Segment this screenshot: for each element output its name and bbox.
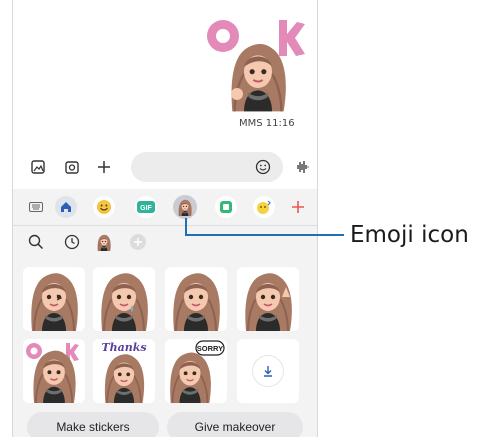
plus-icon[interactable]	[95, 158, 113, 176]
keyboard-icon[interactable]	[25, 196, 47, 218]
sticker-icon[interactable]	[215, 196, 237, 218]
make-stickers-button[interactable]: Make stickers	[27, 412, 159, 437]
sticker-tile[interactable]	[93, 267, 155, 331]
message-input[interactable]	[131, 152, 283, 182]
sticker-tile[interactable]	[165, 267, 227, 331]
emoji-smiley-icon[interactable]	[93, 196, 115, 218]
add-icon[interactable]	[287, 196, 309, 218]
sorry-caption: SORRY	[197, 344, 223, 353]
messages-screen: MMS 11:16 GIF Thanks SORRY Make stickers…	[12, 0, 318, 437]
download-icon[interactable]	[253, 356, 283, 386]
gif-tab[interactable]: GIF	[135, 196, 157, 218]
sticker-tile[interactable]	[23, 267, 85, 331]
emoji-icon-callout: Emoji icon	[350, 222, 469, 248]
emoji-tray: GIF Thanks SORRY Make stickers Give make…	[13, 189, 317, 437]
sticker-tile[interactable]	[237, 267, 299, 331]
gallery-icon[interactable]	[29, 158, 47, 176]
camera-icon[interactable]	[63, 158, 81, 176]
sticker-tile[interactable]: SORRY	[165, 339, 227, 403]
avatar-icon[interactable]	[95, 233, 113, 251]
message-timestamp: MMS 11:16	[239, 118, 295, 129]
tray-tabs: GIF	[13, 189, 317, 225]
home-icon[interactable]	[55, 196, 77, 218]
ar-emoji-icon[interactable]	[173, 195, 197, 219]
download-more-tile[interactable]	[237, 339, 299, 403]
tabs-divider	[13, 225, 317, 226]
recent-icon[interactable]	[63, 233, 81, 251]
sticker-tile[interactable]: Thanks	[93, 339, 155, 403]
sticker-tile[interactable]	[23, 339, 85, 403]
search-icon[interactable]	[27, 233, 45, 251]
gif-label: GIF	[140, 205, 152, 212]
sub-tabs	[13, 227, 317, 257]
animated-emoji-icon[interactable]	[253, 196, 275, 218]
sent-sticker[interactable]	[199, 10, 311, 118]
give-makeover-button[interactable]: Give makeover	[167, 412, 303, 437]
add-circle-icon[interactable]	[129, 233, 147, 251]
smiley-icon[interactable]	[255, 159, 271, 175]
voice-waveform-icon[interactable]	[293, 158, 311, 176]
thanks-caption: Thanks	[101, 341, 146, 354]
composer-bar	[13, 150, 317, 184]
